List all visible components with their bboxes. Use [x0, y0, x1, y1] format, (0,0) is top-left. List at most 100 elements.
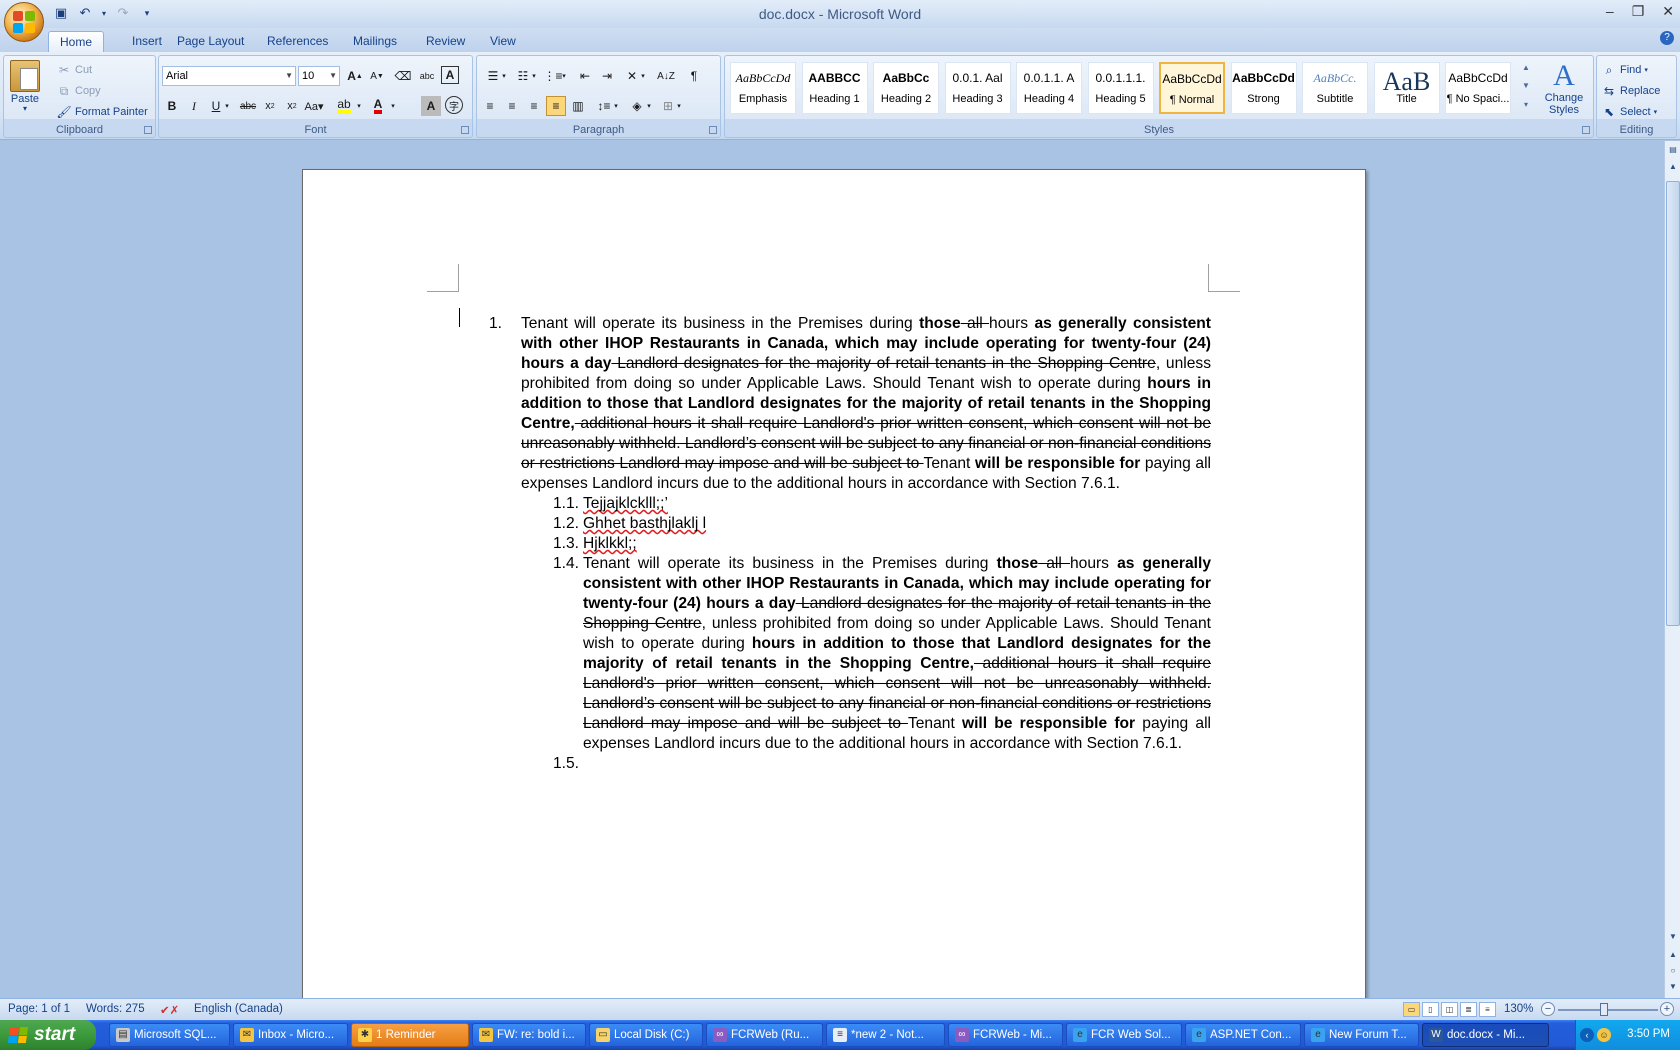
borders-dropdown-icon[interactable]: ▾: [674, 96, 684, 116]
taskbar-button[interactable]: ∞ FCRWeb (Ru...: [706, 1023, 823, 1047]
zoom-slider[interactable]: [1558, 1009, 1658, 1011]
change-case-icon[interactable]: Aa▾: [304, 96, 324, 116]
font-color-dropdown-icon[interactable]: ▾: [388, 96, 398, 116]
font-dialog-launcher[interactable]: [461, 126, 469, 134]
align-right-icon[interactable]: ≡: [524, 96, 544, 116]
document-body[interactable]: 1. Tenant will operate its business in t…: [489, 314, 1211, 774]
highlight-icon[interactable]: ab: [334, 96, 354, 116]
next-page-icon[interactable]: ▼: [1667, 981, 1679, 993]
zoom-slider-thumb[interactable]: [1600, 1003, 1608, 1016]
show-formatting-icon[interactable]: ¶: [684, 66, 704, 86]
zoom-level[interactable]: 130%: [1504, 1003, 1533, 1015]
tab-page-layout[interactable]: Page Layout: [166, 31, 255, 52]
tab-home[interactable]: Home: [48, 31, 105, 52]
taskbar-button[interactable]: ▤ Microsoft SQL...: [109, 1023, 230, 1047]
numbering-dropdown-icon[interactable]: ▾: [529, 66, 539, 86]
enclose-characters-icon[interactable]: 字: [445, 96, 463, 114]
bullets-dropdown-icon[interactable]: ▾: [499, 66, 509, 86]
taskbar-button[interactable]: ≡ *new 2 - Not...: [826, 1023, 945, 1047]
clear-formatting-icon[interactable]: ⌫: [393, 66, 413, 86]
tab-references[interactable]: References: [256, 31, 339, 52]
zoom-out-icon[interactable]: −: [1541, 1002, 1555, 1016]
decrease-indent-icon[interactable]: ⇤: [575, 66, 595, 86]
bold-icon[interactable]: B: [162, 96, 182, 116]
italic-icon[interactable]: I: [184, 96, 204, 116]
taskbar-button[interactable]: Wdoc.docx - Mi...: [1422, 1023, 1549, 1047]
tab-mailings[interactable]: Mailings: [342, 31, 408, 52]
format-painter-button[interactable]: 🖌 Format Painter: [56, 104, 147, 120]
grow-font-icon[interactable]: A ▲: [345, 66, 365, 86]
style-no-spaci[interactable]: AaBbCcDd ¶ No Spaci...: [1445, 62, 1511, 114]
minimize-icon[interactable]: –: [1606, 3, 1614, 20]
vertical-scrollbar[interactable]: ▤ ▲ ▼ ▲ ○ ▼: [1664, 141, 1680, 998]
font-size-dropdown[interactable]: 10 ▼: [298, 66, 340, 86]
style-subtitle[interactable]: AaBbCc. Subtitle: [1302, 62, 1368, 114]
taskbar-button[interactable]: ▭ Local Disk (C:): [589, 1023, 703, 1047]
shrink-font-icon[interactable]: A ▼: [367, 66, 387, 86]
align-left-icon[interactable]: ≡: [480, 96, 500, 116]
style-heading-1[interactable]: AABBCC Heading 1: [801, 62, 868, 114]
replace-button[interactable]: ⇆ Replace: [1601, 83, 1660, 99]
superscript-icon[interactable]: x2: [282, 96, 302, 116]
change-styles-button[interactable]: A Change Styles: [1537, 60, 1591, 117]
style-emphasis[interactable]: AaBbCcDd Emphasis: [730, 62, 796, 114]
scroll-up-icon[interactable]: ▲: [1667, 161, 1679, 173]
close-icon[interactable]: ✕: [1662, 3, 1674, 20]
paste-button[interactable]: Paste ▾: [10, 60, 40, 113]
document-page[interactable]: 1. Tenant will operate its business in t…: [302, 169, 1366, 998]
proofing-errors-icon[interactable]: ✔✗: [160, 1003, 179, 1017]
subscript-icon[interactable]: x2: [260, 96, 280, 116]
gallery-scroll-down-icon[interactable]: ▼: [1520, 78, 1532, 92]
zoom-in-icon[interactable]: +: [1660, 1002, 1674, 1016]
text-direction-dropdown-icon[interactable]: ▾: [638, 66, 648, 86]
taskbar-button[interactable]: ✉ FW: re: bold i...: [472, 1023, 586, 1047]
taskbar-button[interactable]: ✱ 1 Reminder: [351, 1023, 469, 1047]
style-heading-2[interactable]: AaBbCc Heading 2: [873, 62, 939, 114]
sort-icon[interactable]: A↓Z: [656, 66, 676, 86]
style-strong[interactable]: AaBbCcDd Strong: [1230, 62, 1297, 114]
underline-dropdown-icon[interactable]: ▾: [222, 96, 232, 116]
gallery-scroll-up-icon[interactable]: ▲: [1520, 60, 1532, 74]
distributed-icon[interactable]: ▥: [568, 96, 588, 116]
copy-button[interactable]: ⧉ Copy: [56, 83, 101, 99]
clipboard-dialog-launcher[interactable]: [144, 126, 152, 134]
line-spacing-dropdown-icon[interactable]: ▾: [611, 96, 621, 116]
office-button[interactable]: [4, 2, 44, 42]
web-layout-view-icon[interactable]: ◫: [1441, 1002, 1458, 1017]
multilevel-dropdown-icon[interactable]: ▾: [559, 66, 569, 86]
style-heading-4[interactable]: 0.0.1.1. A Heading 4: [1016, 62, 1082, 114]
strikethrough-icon[interactable]: abc: [238, 96, 258, 116]
increase-indent-icon[interactable]: ⇥: [597, 66, 617, 86]
gallery-more-icon[interactable]: ▾: [1520, 96, 1532, 112]
scrollbar-thumb[interactable]: [1666, 181, 1680, 626]
taskbar-button[interactable]: e ASP.NET Con...: [1185, 1023, 1301, 1047]
align-center-icon[interactable]: ≡: [502, 96, 522, 116]
word-count[interactable]: Words: 275: [86, 1003, 145, 1015]
ruler-toggle-icon[interactable]: ▤: [1667, 144, 1679, 156]
phonetic-guide-icon[interactable]: abc: [417, 66, 437, 86]
page-count[interactable]: Page: 1 of 1: [8, 1003, 70, 1015]
previous-page-icon[interactable]: ▲: [1667, 949, 1679, 961]
taskbar-button[interactable]: ✉ Inbox - Micro...: [233, 1023, 348, 1047]
maximize-icon[interactable]: ❐: [1632, 3, 1645, 20]
style-heading-5[interactable]: 0.0.1.1.1. Heading 5: [1087, 62, 1154, 114]
start-button[interactable]: start: [0, 1020, 96, 1050]
taskbar-button[interactable]: ∞ FCRWeb - Mi...: [948, 1023, 1063, 1047]
find-button[interactable]: ⌕ Find ▾: [1601, 62, 1648, 78]
select-browse-object-icon[interactable]: ○: [1667, 965, 1679, 977]
scroll-down-icon[interactable]: ▼: [1667, 931, 1679, 943]
draft-view-icon[interactable]: ≡: [1479, 1002, 1496, 1017]
select-button[interactable]: ⬉ Select ▾: [1601, 104, 1657, 120]
taskbar-button[interactable]: e New Forum T...: [1304, 1023, 1419, 1047]
styles-dialog-launcher[interactable]: [1582, 126, 1590, 134]
character-shading-icon[interactable]: A: [421, 96, 441, 116]
font-color-icon[interactable]: A: [368, 96, 388, 116]
style-title[interactable]: AaB Title: [1373, 62, 1440, 114]
help-icon[interactable]: ?: [1660, 31, 1674, 45]
tab-review[interactable]: Review: [415, 31, 476, 52]
shading-dropdown-icon[interactable]: ▾: [644, 96, 654, 116]
highlight-dropdown-icon[interactable]: ▾: [354, 96, 364, 116]
tab-view[interactable]: View: [479, 31, 527, 52]
tray-expand-icon[interactable]: ‹: [1580, 1028, 1594, 1042]
paragraph-dialog-launcher[interactable]: [709, 126, 717, 134]
